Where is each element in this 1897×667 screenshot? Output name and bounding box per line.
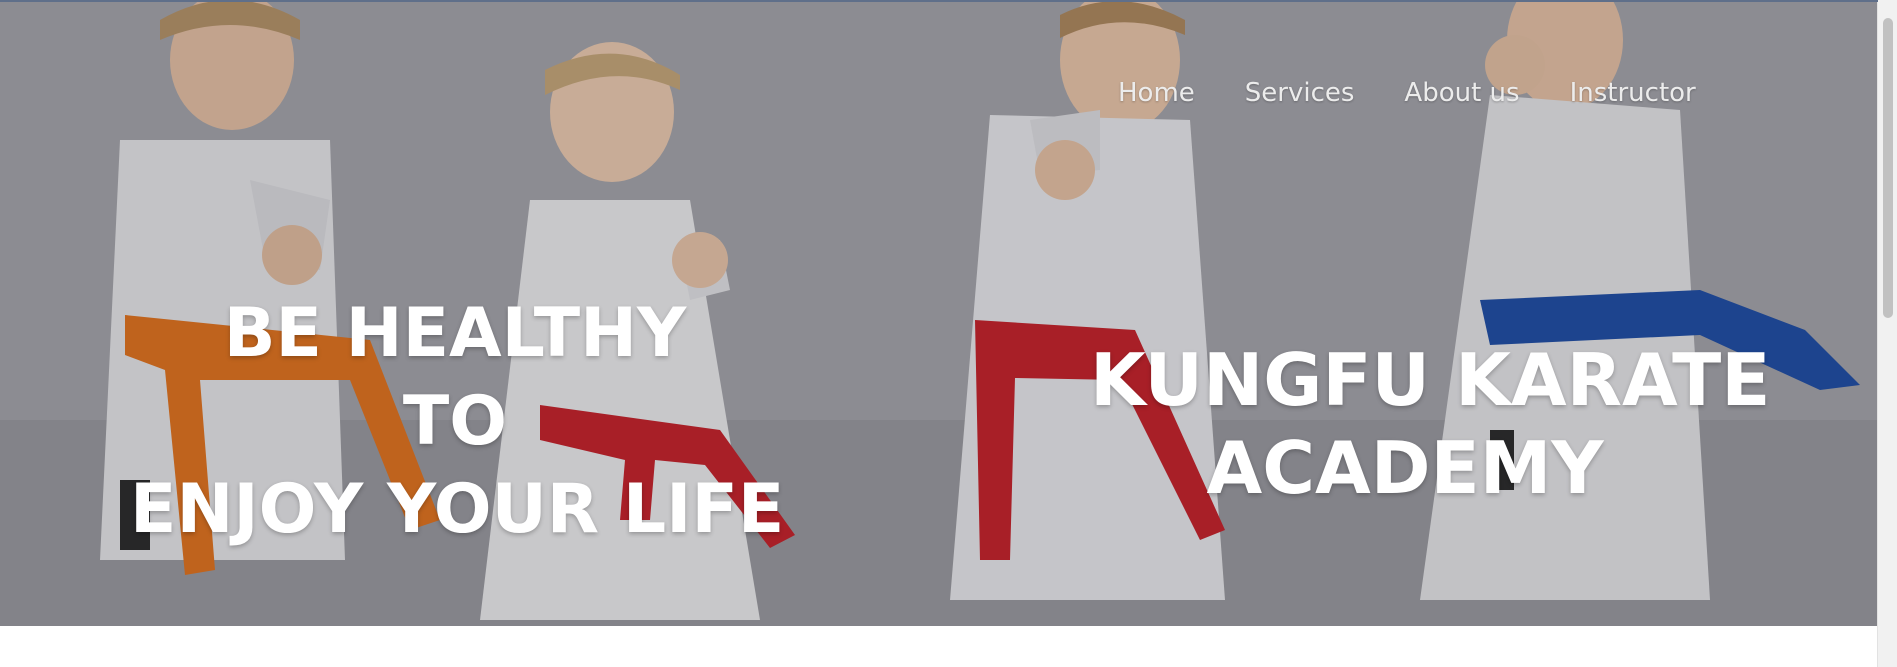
academy-title-line-2: ACADEMY bbox=[1206, 426, 1604, 510]
tagline-line-1: BE HEALTHY bbox=[223, 294, 687, 373]
top-border bbox=[0, 0, 1878, 2]
tagline-line-2: TO bbox=[402, 382, 508, 461]
nav-instructor-link[interactable]: Instructor bbox=[1570, 78, 1696, 108]
hero-tagline: BE HEALTHY TO ENJOY YOUR LIFE bbox=[130, 290, 785, 554]
nav-about-us-link[interactable]: About us bbox=[1404, 78, 1519, 108]
academy-title-line-1: KUNGFU KARATE bbox=[1090, 338, 1771, 422]
vertical-scrollbar[interactable] bbox=[1877, 0, 1897, 667]
nav-services-link[interactable]: Services bbox=[1245, 78, 1355, 108]
nav-home-link[interactable]: Home bbox=[1118, 78, 1195, 108]
scrollbar-thumb[interactable] bbox=[1883, 18, 1893, 318]
page: Home Services About us Instructor BE HEA… bbox=[0, 0, 1897, 667]
hero-banner: Home Services About us Instructor BE HEA… bbox=[0, 0, 1878, 626]
academy-title: KUNGFU KARATE ACADEMY bbox=[1090, 336, 1771, 512]
tagline-line-3: ENJOY YOUR LIFE bbox=[130, 470, 785, 549]
main-nav: Home Services About us Instructor bbox=[1118, 78, 1696, 108]
